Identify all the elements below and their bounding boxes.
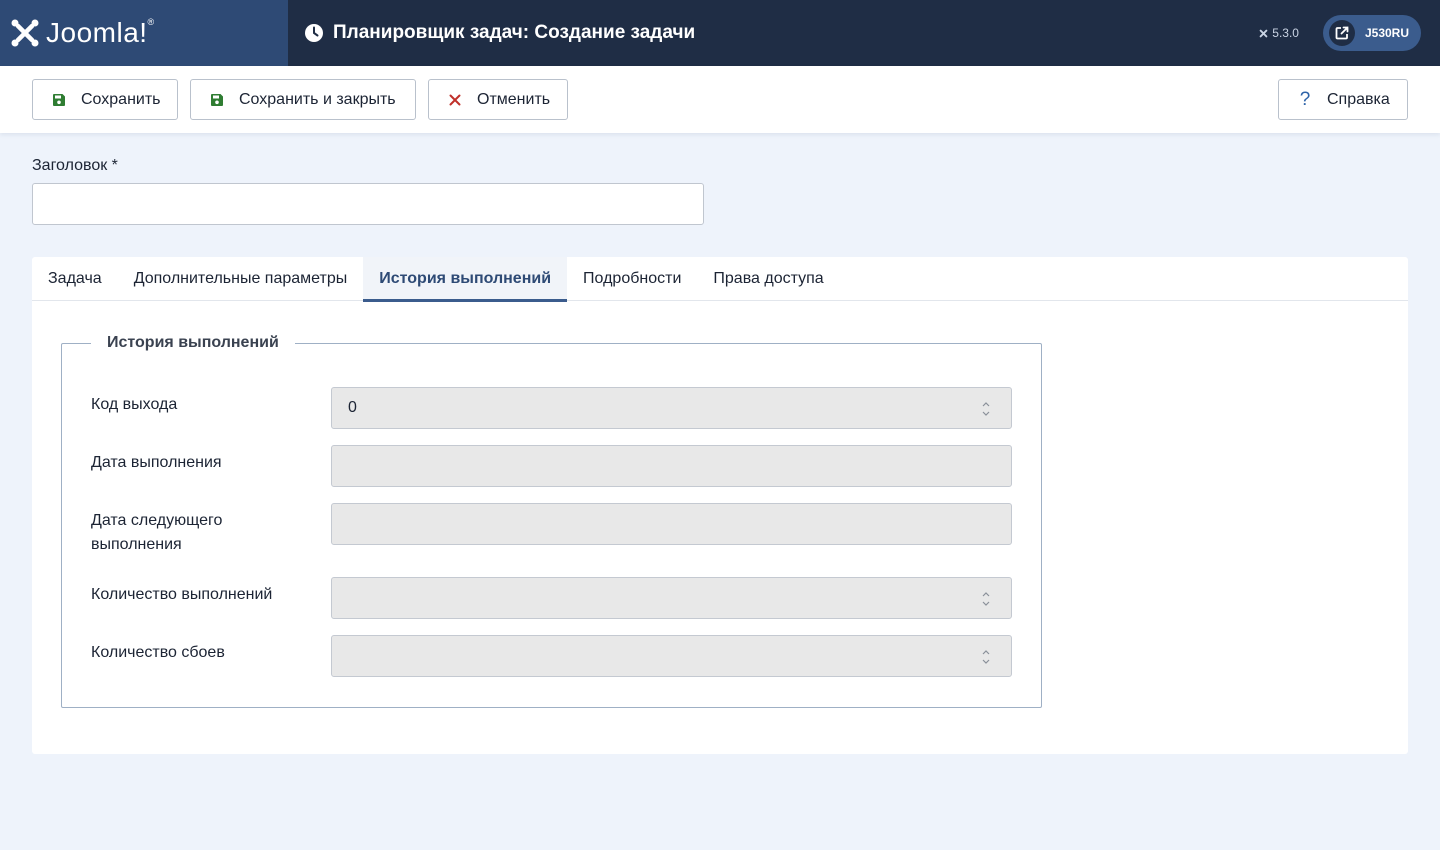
exit-code-label: Код выхода — [91, 396, 178, 413]
exit-code-input: 0 — [331, 387, 1012, 429]
brand-text: Joomla!® — [46, 17, 155, 48]
spinner-arrows-icon — [982, 650, 990, 664]
version-text: 5.3.0 — [1272, 26, 1299, 40]
help-label: Справка — [1327, 90, 1390, 108]
cancel-label: Отменить — [477, 90, 551, 108]
close-icon — [447, 94, 463, 106]
next-run-input — [331, 503, 1012, 545]
cancel-button[interactable]: Отменить — [428, 79, 568, 120]
page-title: Планировщик задач: Создание задачи — [333, 22, 696, 43]
save-label: Сохранить — [81, 90, 161, 108]
title-input[interactable] — [32, 183, 704, 225]
site-label: J530RU — [1364, 26, 1409, 40]
tab-details[interactable]: Подробности — [567, 257, 697, 301]
run-count-input — [331, 577, 1012, 619]
last-run-label: Дата выполнения — [91, 454, 222, 471]
joomla-logo[interactable]: Joomla!® — [0, 0, 288, 66]
toolbar: Сохранить Сохранить и закрыть Отменить ?… — [0, 66, 1440, 133]
run-count-label: Количество выполнений — [91, 586, 273, 603]
tab-task[interactable]: Задача — [32, 257, 118, 301]
next-run-label: Дата следующего выполнения — [91, 512, 223, 553]
last-run-input — [331, 445, 1012, 487]
save-icon — [209, 93, 225, 107]
version-info: 5.3.0 — [1258, 26, 1299, 40]
question-icon: ? — [1299, 88, 1311, 110]
tab-bar: Задача Дополнительные параметры История … — [32, 257, 1408, 302]
external-link-icon — [1328, 20, 1355, 46]
app-header: Joomla!® Планировщик задач: Создание зад… — [0, 0, 1440, 66]
spinner-arrows-icon — [982, 402, 990, 416]
tab-permissions[interactable]: Права доступа — [697, 257, 839, 301]
save-icon — [51, 93, 67, 107]
joomla-logo-icon — [11, 19, 39, 47]
fieldset-legend: История выполнений — [91, 334, 295, 352]
title-label: Заголовок * — [32, 157, 118, 174]
header-right: 5.3.0 J530RU — [1258, 15, 1421, 51]
save-close-label: Сохранить и закрыть — [239, 90, 396, 108]
tab-run-history[interactable]: История выполнений — [363, 257, 568, 302]
clock-icon — [305, 24, 323, 42]
fail-count-label: Количество сбоев — [91, 644, 225, 661]
save-button[interactable]: Сохранить — [32, 79, 178, 120]
save-close-button[interactable]: Сохранить и закрыть — [190, 79, 416, 120]
tabs-card: Задача Дополнительные параметры История … — [32, 257, 1408, 754]
page-title-wrap: Планировщик задач: Создание задачи — [304, 22, 695, 44]
help-button[interactable]: ? Справка — [1278, 79, 1408, 120]
spinner-arrows-icon — [982, 592, 990, 606]
joomla-small-icon — [1259, 29, 1268, 37]
tab-advanced-params[interactable]: Дополнительные параметры — [118, 257, 364, 301]
exit-code-value: 0 — [348, 399, 357, 416]
run-history-fieldset: История выполнений Код выхода 0 Дата вып… — [61, 334, 1042, 708]
view-site-button[interactable]: J530RU — [1322, 15, 1421, 51]
fail-count-input — [331, 635, 1012, 677]
